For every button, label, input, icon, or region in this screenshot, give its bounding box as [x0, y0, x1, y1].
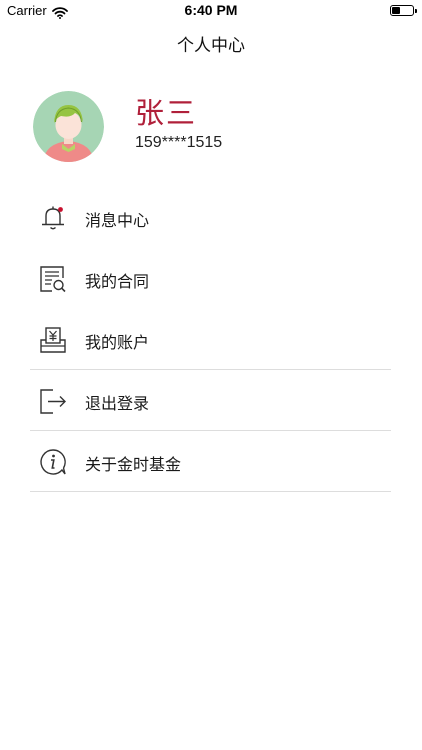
page-title: 个人中心 — [177, 36, 245, 56]
menu-item-label: 我的合同 — [85, 272, 150, 291]
clock-time: 6:40 PM — [184, 2, 238, 18]
menu-item-account[interactable]: 我的账户 — [0, 309, 422, 370]
avatar[interactable] — [33, 91, 104, 162]
contract-icon — [38, 264, 68, 294]
battery-icon — [390, 5, 417, 16]
menu-item-logout[interactable]: 退出登录 — [0, 370, 422, 431]
status-bar: Carrier 6:40 PM — [0, 0, 422, 22]
battery-level — [392, 7, 400, 14]
menu-item-messages[interactable]: 消息中心 — [0, 187, 422, 248]
menu-item-contracts[interactable]: 我的合同 — [0, 248, 422, 309]
menu-list: 消息中心 我的合同 我的账户 退出登录 关于金时基金 — [0, 187, 422, 492]
menu-item-label: 退出登录 — [85, 394, 150, 413]
menu-item-label: 消息中心 — [85, 211, 150, 230]
user-name: 张三 — [135, 96, 198, 130]
logout-icon — [38, 386, 68, 416]
menu-item-label: 关于金时基金 — [85, 455, 182, 474]
account-icon — [38, 325, 68, 355]
menu-item-about[interactable]: 关于金时基金 — [0, 431, 422, 492]
info-icon — [38, 447, 68, 477]
menu-item-label: 我的账户 — [85, 333, 150, 352]
divider — [30, 491, 391, 492]
bell-icon — [38, 203, 68, 233]
user-phone: 159****1515 — [135, 134, 223, 151]
